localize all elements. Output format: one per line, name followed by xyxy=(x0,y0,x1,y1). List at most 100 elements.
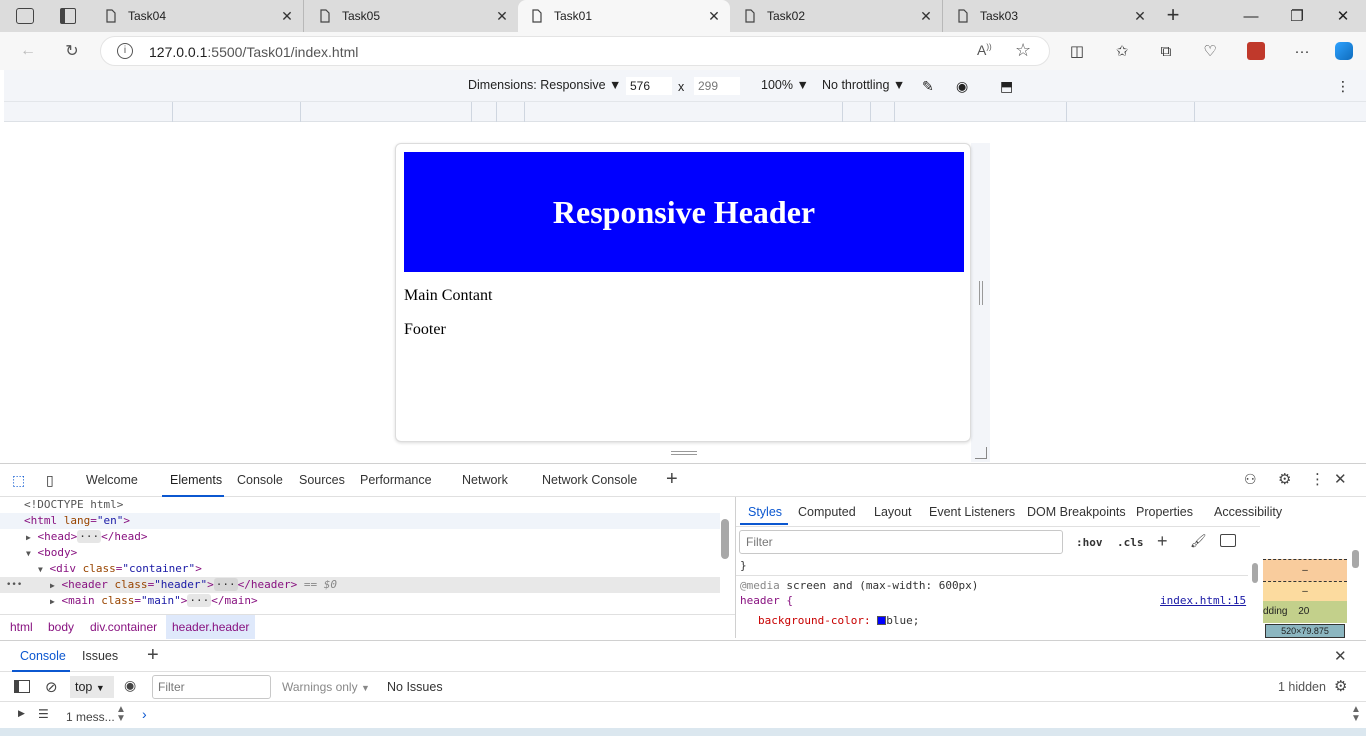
tab-console[interactable]: Console xyxy=(237,473,283,487)
collapse-triangle-icon[interactable]: ▼ xyxy=(38,565,43,574)
row-menu-dots[interactable]: ••• xyxy=(6,577,22,593)
live-expression-eye-icon[interactable]: ◉ xyxy=(124,677,136,694)
collapse-triangle-icon[interactable]: ▼ xyxy=(26,549,31,558)
tab-sources[interactable]: Sources xyxy=(299,473,345,487)
stepper-icon[interactable]: ▲ ▼ xyxy=(116,705,126,724)
favorites-icon[interactable]: ✩ xyxy=(1112,41,1132,61)
dimensions-select[interactable]: Dimensions: Responsive ▼ xyxy=(468,78,621,92)
window-close-icon[interactable]: ✕ xyxy=(1320,0,1366,32)
height-input[interactable]: 299 xyxy=(694,77,740,95)
close-drawer-icon[interactable]: ✕ xyxy=(1334,647,1347,665)
boxmodel-scrollbar[interactable] xyxy=(1352,550,1359,568)
tab-elements[interactable]: Elements xyxy=(170,473,222,487)
expand-triangle-icon[interactable]: ▶ xyxy=(50,597,55,606)
favorite-star-icon[interactable]: ☆ xyxy=(1015,40,1031,61)
workspaces-icon[interactable] xyxy=(16,8,34,24)
close-icon[interactable]: ✕ xyxy=(706,8,722,25)
paint-brush-icon[interactable]: 🖌 xyxy=(1190,533,1207,549)
throttling-select[interactable]: No throttling ▼ xyxy=(822,78,905,92)
restore-icon[interactable]: ❐ xyxy=(1274,0,1320,32)
console-sidebar-icon[interactable] xyxy=(14,680,30,693)
body-node[interactable]: ▼ <body> xyxy=(0,545,720,561)
profile-avatar-icon[interactable] xyxy=(1246,41,1266,61)
rotate-icon[interactable]: ⬒ xyxy=(1000,78,1013,95)
tab-network[interactable]: Network xyxy=(462,473,508,487)
tab-task03[interactable]: Task03 ✕ xyxy=(944,0,1156,32)
back-arrow-icon[interactable]: ← xyxy=(18,41,38,61)
settings-more-icon[interactable]: ··· xyxy=(1292,41,1312,61)
refresh-icon[interactable]: ↻ xyxy=(62,41,82,61)
main-node[interactable]: ▶ <main class="main"> ··· </main> xyxy=(0,593,720,609)
context-select[interactable]: top ▼ xyxy=(70,676,114,698)
close-devtools-icon[interactable]: ✕ xyxy=(1334,470,1347,488)
tab-layout[interactable]: Layout xyxy=(874,505,912,519)
split-screen-icon[interactable]: ◫ xyxy=(1067,41,1087,61)
copilot-icon[interactable] xyxy=(1334,41,1354,61)
close-icon[interactable]: ✕ xyxy=(1132,8,1148,25)
resize-corner-icon[interactable] xyxy=(975,447,987,459)
tab-task05[interactable]: Task05 ✕ xyxy=(306,0,518,32)
media-query-ruler[interactable] xyxy=(4,102,1366,122)
close-icon[interactable]: ✕ xyxy=(494,8,510,25)
log-levels-select[interactable]: Warnings only ▼ xyxy=(282,680,370,694)
tab-task01[interactable]: Task01 ✕ xyxy=(518,0,730,32)
vertical-tabs-icon[interactable] xyxy=(60,8,76,24)
tab-event-listeners[interactable]: Event Listeners xyxy=(929,505,1015,519)
tab-task02[interactable]: Task02 ✕ xyxy=(731,0,943,32)
collapsed-ellipsis[interactable]: ··· xyxy=(213,578,238,591)
html-node[interactable]: <html lang="en"> xyxy=(0,513,720,529)
tab-welcome[interactable]: Welcome xyxy=(86,473,138,487)
div-container-node[interactable]: ▼ <div class="container"> xyxy=(0,561,720,577)
scroll-stepper-icon[interactable]: ▲ ▼ xyxy=(1351,705,1361,724)
doctype-node[interactable]: <!DOCTYPE html> xyxy=(0,497,720,513)
address-bar[interactable]: i 127.0.0.1:5500/Task01/index.html A)) ☆ xyxy=(100,36,1050,66)
drawer-tab-console[interactable]: Console xyxy=(20,649,66,663)
new-tab-plus-icon[interactable]: + xyxy=(1162,4,1184,28)
eyedropper-icon[interactable]: ✎ xyxy=(922,78,934,95)
sidebar-toggle-icon[interactable] xyxy=(1220,534,1236,547)
header-node-selected[interactable]: ••• ▶ <header class="header"> ··· </header>… xyxy=(0,577,720,593)
css-declaration[interactable]: background-color: blue; xyxy=(758,614,919,627)
issues-status[interactable]: No Issues xyxy=(387,680,443,694)
styles-filter-input[interactable]: Filter xyxy=(739,530,1063,554)
resize-handle-bottom[interactable] xyxy=(671,451,697,455)
elements-scrollbar[interactable] xyxy=(721,519,729,559)
tab-dom-breakpoints[interactable]: DOM Breakpoints xyxy=(1027,505,1126,519)
expand-triangle-icon[interactable]: ▶ xyxy=(26,533,31,542)
console-prompt-icon[interactable]: › xyxy=(142,706,147,722)
browser-essentials-icon[interactable]: ♡ xyxy=(1200,41,1220,61)
more-tools-plus-icon[interactable]: + xyxy=(666,468,678,491)
devtools-menu-icon[interactable]: ⋮ xyxy=(1310,470,1325,488)
add-drawer-tab-plus-icon[interactable]: + xyxy=(147,644,159,667)
console-filter-input[interactable]: Filter xyxy=(152,675,271,699)
message-count[interactable]: 1 mess... xyxy=(66,710,115,724)
collapsed-ellipsis[interactable]: ··· xyxy=(77,530,102,543)
styles-scrollbar[interactable] xyxy=(1252,563,1258,583)
new-rule-plus-icon[interactable]: + xyxy=(1157,531,1168,552)
source-link[interactable]: index.html:15 xyxy=(1160,594,1246,607)
resize-handle-right[interactable] xyxy=(979,281,983,305)
zoom-select[interactable]: 100% ▼ xyxy=(761,78,809,92)
close-icon[interactable]: ✕ xyxy=(918,8,934,25)
collapsed-ellipsis[interactable]: ··· xyxy=(187,594,212,607)
tab-computed[interactable]: Computed xyxy=(798,505,856,519)
cls-toggle[interactable]: .cls xyxy=(1117,536,1144,549)
breadcrumb-header[interactable]: header.header xyxy=(166,615,256,639)
inspect-element-icon[interactable]: ⬚ xyxy=(12,472,25,489)
more-options-icon[interactable]: ⋮ xyxy=(1336,78,1350,95)
vision-deficiency-eye-icon[interactable]: ◉ xyxy=(956,78,968,95)
console-settings-gear-icon[interactable]: ⚙ xyxy=(1334,677,1347,695)
css-selector[interactable]: header { xyxy=(740,594,793,607)
drawer-tab-issues[interactable]: Issues xyxy=(82,649,118,663)
hov-toggle[interactable]: :hov xyxy=(1076,536,1103,549)
tab-network-console[interactable]: Network Console xyxy=(542,473,637,487)
minimize-icon[interactable]: — xyxy=(1228,0,1274,32)
tab-performance[interactable]: Performance xyxy=(360,473,432,487)
close-icon[interactable]: ✕ xyxy=(279,8,295,25)
device-emulation-icon[interactable]: ▯ xyxy=(46,472,54,489)
collections-icon[interactable]: ⧉ xyxy=(1156,41,1176,61)
site-info-icon[interactable]: i xyxy=(117,43,133,59)
head-node[interactable]: ▶ <head> ··· </head> xyxy=(0,529,720,545)
breadcrumb-body[interactable]: body xyxy=(42,615,80,639)
read-aloud-icon[interactable]: A)) xyxy=(977,42,992,58)
